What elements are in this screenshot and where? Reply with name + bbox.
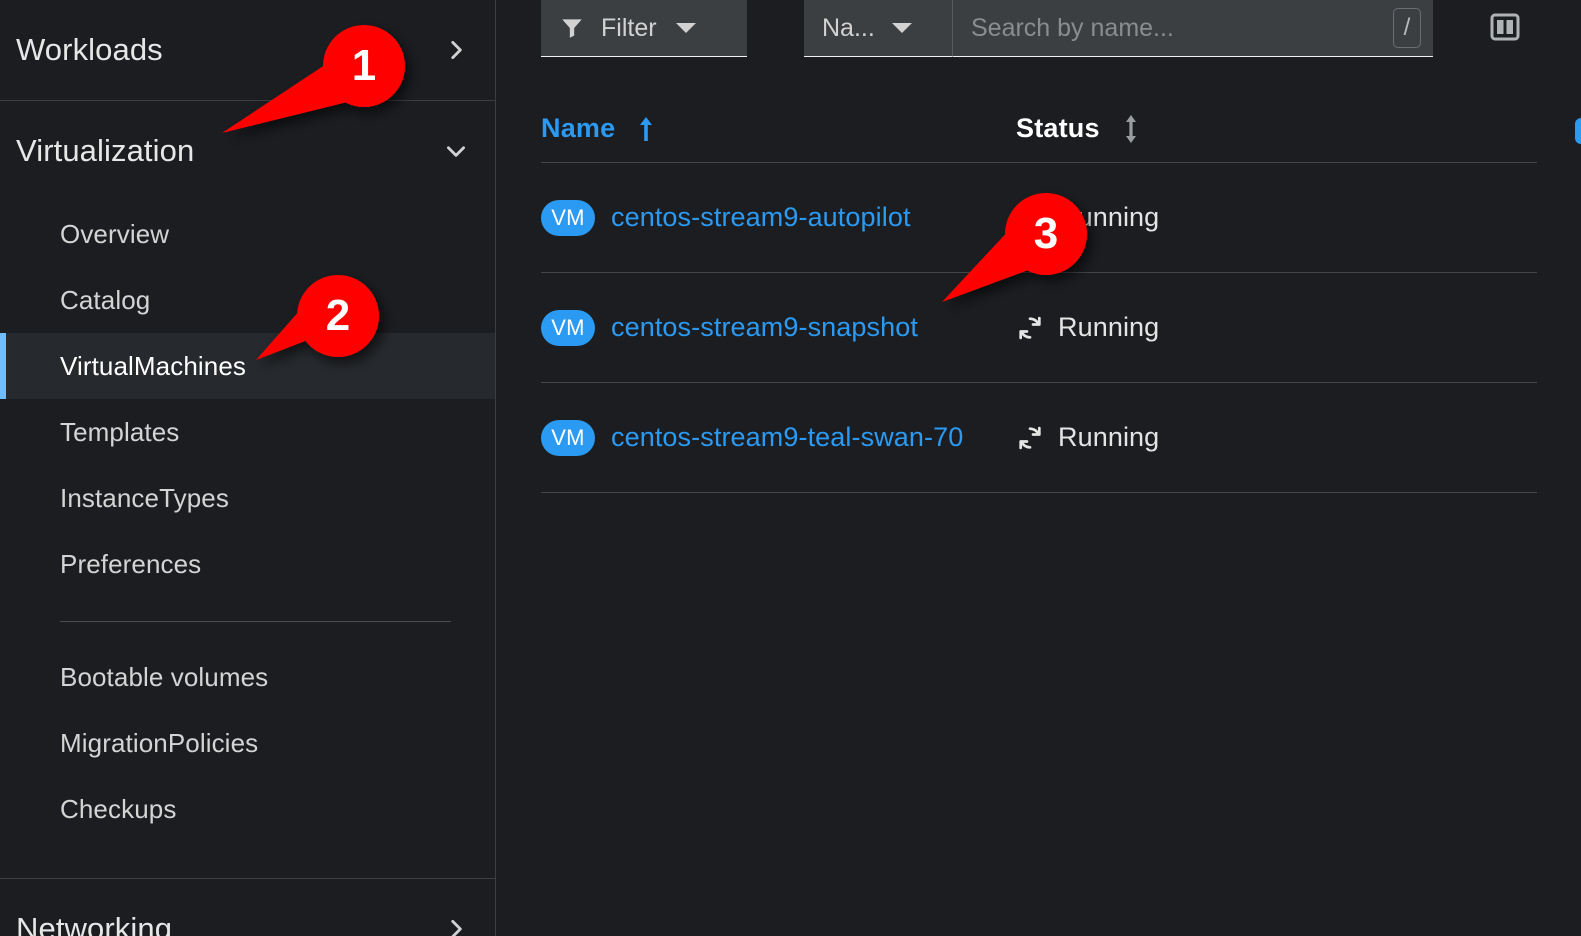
sidebar-item-label: Overview (60, 218, 170, 249)
sidebar-section-workloads[interactable]: Workloads (0, 0, 495, 100)
sync-icon (1016, 424, 1044, 452)
vm-badge: VM (541, 309, 595, 346)
list-toolbar: Filter Na... / (497, 0, 1581, 60)
table-row[interactable]: VM centos-stream9-autopilot Running (541, 163, 1537, 273)
chevron-right-icon (441, 914, 471, 936)
sidebar-section-virtualization[interactable]: Virtualization (0, 101, 495, 201)
caret-down-icon (675, 21, 697, 35)
column-header-status[interactable]: Status (1016, 113, 1140, 144)
vm-badge: VM (541, 419, 595, 456)
chevron-down-icon (441, 136, 471, 166)
sidebar-section-virtualization-label: Virtualization (16, 133, 195, 168)
sidebar-item-label: VirtualMachines (60, 350, 247, 381)
sidebar-item-templates[interactable]: Templates (0, 399, 495, 465)
search-shortcut-badge: / (1393, 8, 1421, 48)
vm-name-link[interactable]: centos-stream9-autopilot (611, 202, 911, 233)
sidebar-item-migrationpolicies[interactable]: MigrationPolicies (0, 710, 495, 776)
sidebar-section-networking[interactable]: Networking (0, 879, 495, 936)
sort-updown-icon (1122, 114, 1140, 144)
cell-name: VM centos-stream9-snapshot (541, 309, 1016, 346)
status-label: Running (1058, 422, 1160, 452)
cell-status: Running (1016, 202, 1159, 233)
sort-up-icon (637, 115, 655, 143)
sidebar-item-checkups[interactable]: Checkups (0, 776, 495, 842)
search-field-select-label: Na... (822, 13, 875, 42)
columns-icon (1490, 13, 1520, 44)
caret-down-icon (891, 21, 913, 35)
sidebar-virtualization-items: Overview Catalog VirtualMachines Templat… (0, 201, 495, 842)
table-header-row: Name Status (541, 95, 1537, 163)
sidebar-item-label: Checkups (60, 793, 177, 824)
sidebar-item-virtualmachines[interactable]: VirtualMachines (0, 333, 495, 399)
status-label: Running (1058, 202, 1160, 232)
table-row[interactable]: VM centos-stream9-snapshot Running (541, 273, 1537, 383)
cell-status: Running (1016, 312, 1159, 343)
sidebar-item-label: MigrationPolicies (60, 727, 259, 758)
sidebar-section-workloads-label: Workloads (16, 32, 163, 67)
search-field-select[interactable]: Na... (804, 0, 952, 57)
cell-name: VM centos-stream9-teal-swan-70 (541, 419, 1016, 456)
sidebar-section-networking-label: Networking (16, 911, 173, 936)
navigation-sidebar: Workloads Virtualization Overview Catalo… (0, 0, 496, 936)
vm-name-link[interactable]: centos-stream9-teal-swan-70 (611, 422, 963, 453)
filter-button[interactable]: Filter (541, 0, 747, 57)
sidebar-item-label: Preferences (60, 548, 202, 579)
cell-status: Running (1016, 422, 1159, 453)
column-header-name[interactable]: Name (541, 113, 1016, 144)
sidebar-item-label: Bootable volumes (60, 661, 269, 692)
vm-name-link[interactable]: centos-stream9-snapshot (611, 312, 918, 343)
kubevirt-console-screen: Workloads Virtualization Overview Catalo… (0, 0, 1581, 936)
sidebar-item-instancetypes[interactable]: InstanceTypes (0, 465, 495, 531)
search-input[interactable] (971, 13, 1393, 43)
sidebar-item-label: Templates (60, 416, 180, 447)
sidebar-item-label: Catalog (60, 284, 151, 315)
sidebar-item-bootable-volumes[interactable]: Bootable volumes (0, 644, 495, 710)
sidebar-item-catalog[interactable]: Catalog (0, 267, 495, 333)
chevron-right-icon (441, 35, 471, 65)
sidebar-subgroup-divider (60, 621, 451, 622)
status-label: Running (1058, 312, 1160, 342)
virtualmachines-table: Name Status VM centos-stream9-autopilot … (497, 95, 1581, 493)
table-row[interactable]: VM centos-stream9-teal-swan-70 Running (541, 383, 1537, 493)
search-container: / (952, 0, 1433, 57)
cell-name: VM centos-stream9-autopilot (541, 199, 1016, 236)
funnel-icon (559, 15, 585, 41)
sidebar-item-overview[interactable]: Overview (0, 201, 495, 267)
filter-button-label: Filter (601, 13, 657, 42)
sync-icon (1016, 204, 1044, 232)
column-header-name-label: Name (541, 113, 616, 143)
sync-icon (1016, 314, 1044, 342)
column-header-status-label: Status (1016, 113, 1100, 143)
vm-badge: VM (541, 199, 595, 236)
manage-columns-button[interactable] (1487, 11, 1523, 45)
main-content: Filter Na... / (497, 0, 1581, 936)
sidebar-item-preferences[interactable]: Preferences (0, 531, 495, 597)
row-edge-indicator (1575, 118, 1581, 144)
sidebar-item-label: InstanceTypes (60, 482, 229, 513)
